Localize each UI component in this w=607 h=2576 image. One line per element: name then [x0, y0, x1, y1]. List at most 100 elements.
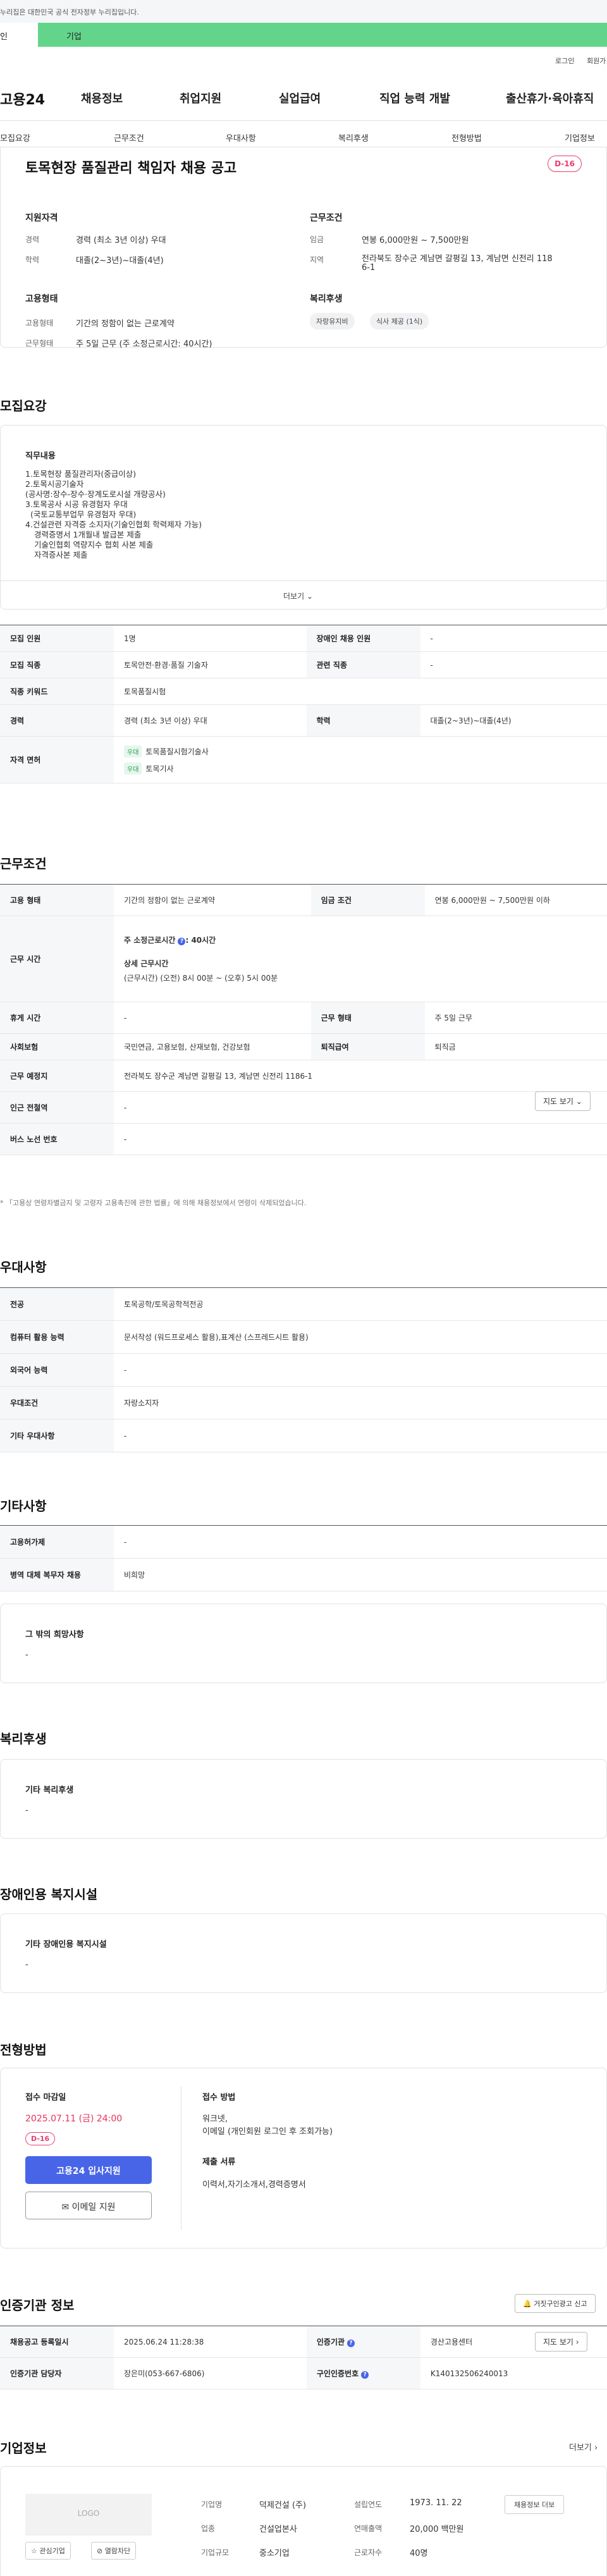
disabled-box-title: 기타 장애인용 복지시설: [25, 1940, 107, 1949]
help-icon[interactable]: ?: [347, 2340, 355, 2347]
welfare-box: [0, 1759, 607, 1839]
mail-icon: ✉: [61, 2202, 70, 2212]
selection-heading: 전형방법: [0, 2042, 47, 2058]
snb-recruit[interactable]: 모집요강: [0, 132, 30, 144]
region-label: 지역: [310, 255, 324, 264]
top-tabs: 인 기업: [0, 23, 607, 47]
region-value: 전라북도 장수군 계남면 갈평길 13, 계남면 신전리 118: [362, 254, 553, 264]
site-logo[interactable]: 고용24: [0, 89, 45, 109]
tab-individual[interactable]: 인: [0, 23, 38, 47]
duty-more-button[interactable]: 더보기 ⌄: [283, 591, 313, 601]
block-icon: ⊘: [97, 2547, 103, 2555]
snb-company[interactable]: 기업정보: [565, 132, 595, 144]
size-value: 중소기업: [259, 2549, 290, 2558]
duty-more-divider: [0, 580, 607, 581]
est-label: 설립연도: [354, 2500, 383, 2509]
wish-box: [0, 1604, 607, 1683]
docs-title: 제출 서류: [202, 2157, 236, 2167]
method-value-1: 워크넷,: [202, 2114, 228, 2124]
condition-heading: 근무조건: [0, 856, 47, 871]
welfare-box-title: 기타 복리후생: [25, 1786, 74, 1795]
apply-button[interactable]: 고용24 입사지원: [25, 2156, 152, 2184]
gnb-unemployment[interactable]: 실업급여: [279, 90, 321, 106]
industry-label: 업종: [201, 2524, 216, 2533]
wish-value: -: [25, 1650, 28, 1660]
license-item: 우대 토목기사: [124, 762, 597, 775]
company-heading: 기업정보: [0, 2441, 47, 2456]
gov-notice-bar: 누리집은 대한민국 공식 전자정부 누리집입니다.: [0, 0, 607, 23]
license-item: 우대 토목품질시험기술사: [124, 745, 597, 757]
company-name: 덕제건설 (주): [259, 2501, 307, 2510]
wish-title: 그 밖의 희망사항: [25, 1630, 84, 1640]
snb-welfare[interactable]: 복리후생: [338, 132, 369, 144]
disabled-box: [0, 1913, 607, 1993]
cond-title: 근무조건: [310, 213, 343, 223]
email-apply-button[interactable]: ✉ 이메일 지원: [25, 2192, 152, 2219]
chevron-down-icon: ⌄: [306, 592, 314, 601]
wage-label: 임금: [310, 235, 324, 244]
company-logo: LOGO: [25, 2494, 152, 2536]
emp-value: 기간의 정함이 없는 근로계약: [76, 319, 175, 329]
work-label: 근무형태: [25, 339, 54, 348]
pref-table: 전공 토목공학/토목공학적전공 컴퓨터 활용 능력 문서작성 (워드프로세스 활용)…: [0, 1287, 607, 1452]
region-value-2: 6-1: [362, 263, 376, 273]
gnb-leave[interactable]: 출산휴가·육아휴직: [506, 90, 594, 106]
welfare-chip: 자랑유지비: [310, 313, 355, 329]
welfare-heading: 복리후생: [0, 1731, 47, 1746]
emp-label: 고용형태: [25, 319, 54, 328]
sales-value: 20,000 백만원: [410, 2525, 464, 2534]
help-icon[interactable]: ?: [361, 2371, 369, 2379]
industry-value: 건설업본사: [259, 2525, 297, 2534]
work-value: 주 5일 근무 (주 소정근로시간: 40시간): [76, 340, 212, 349]
career-label: 경력: [25, 235, 40, 244]
edu-label: 학력: [25, 255, 40, 264]
company-name-label: 기업명: [201, 2500, 223, 2509]
pref-heading: 우대사항: [0, 1260, 47, 1275]
dday-badge: D-16: [548, 156, 582, 172]
est-value: 1973. 11. 22: [410, 2498, 462, 2508]
welfare-box-value: -: [25, 1806, 28, 1815]
welfare-title: 복리후생: [310, 294, 343, 304]
star-icon: ☆: [31, 2547, 37, 2555]
agency-heading: 인증기관 정보: [0, 2298, 75, 2313]
career-value: 경력 (최소 3년 이상) 우대: [76, 236, 166, 245]
gnb-jobs[interactable]: 채용정보: [81, 90, 123, 106]
snb-preference[interactable]: 우대사항: [226, 132, 256, 144]
method-value-2: 이메일 (개인회원 로그인 후 조회가능): [202, 2127, 333, 2137]
fav-company-button[interactable]: ☆ 관심기업: [25, 2542, 71, 2560]
snb-selection[interactable]: 전형방법: [451, 132, 482, 144]
wage-value: 연봉 6,000만원 ~ 7,500만원: [362, 236, 469, 245]
docs-value: 이력서,자기소개서,경력증명서: [202, 2180, 306, 2190]
tab-company[interactable]: 기업: [38, 23, 607, 47]
company-more-link[interactable]: 더보기 ›: [569, 2441, 598, 2453]
method-title: 접수 방법: [202, 2093, 236, 2102]
bell-icon: 🔔: [523, 2300, 532, 2308]
company-jobs-button[interactable]: 채용정보 더보: [505, 2495, 565, 2514]
emp-title: 고용형태: [25, 294, 58, 304]
staff-value: 40명: [410, 2549, 428, 2558]
gnb-training[interactable]: 직업 능력 개발: [379, 90, 450, 106]
sales-label: 연매출액: [354, 2524, 383, 2533]
other-table: 고용허가제 - 병역 대체 복무자 채용 비희망: [0, 1525, 607, 1592]
deadline-dday: D-16: [25, 2132, 56, 2145]
disabled-heading: 장애인용 복지시설: [0, 1887, 98, 1902]
deadline-value: 2025.07.11 (금) 24:00: [25, 2114, 123, 2124]
deadline-title: 접수 마감일: [25, 2093, 66, 2102]
duty-title: 직무내용: [25, 451, 56, 461]
agency-table: 채용공고 등록일시 2025.06.24 11:28:38 인증기관? 경산고용센터 …: [0, 2326, 607, 2389]
size-label: 기업규모: [201, 2548, 230, 2557]
gov-notice-text: 누리집은 대한민국 공식 전자정부 누리집입니다.: [0, 8, 139, 16]
map-button[interactable]: 지도 보기 ⌄: [535, 1091, 591, 1111]
block-company-button[interactable]: ⊘ 열람차단: [91, 2542, 137, 2560]
help-icon[interactable]: ?: [178, 938, 186, 945]
snb-condition[interactable]: 근무조건: [114, 132, 144, 144]
welfare-chip: 식사 제공 (1식): [370, 313, 429, 329]
agency-map-button[interactable]: 지도 보기 ›: [535, 2332, 587, 2352]
login-link[interactable]: 로그인: [555, 56, 574, 66]
gnb-employment-support[interactable]: 취업지원: [180, 90, 221, 106]
condition-table: 고용 형태 기간의 정함이 없는 근로계약 임금 조건 연봉 6,000만원 ~ 7,…: [0, 884, 607, 1155]
age-note: * 「고용상 연령차별금지 및 고령자 고용촉진에 관한 법률」에 의해 채용정…: [0, 1199, 307, 1207]
report-button[interactable]: 🔔 거짓구인광고 신고: [515, 2294, 596, 2313]
qual-title: 지원자격: [25, 213, 58, 223]
join-link[interactable]: 회원가: [587, 56, 606, 66]
